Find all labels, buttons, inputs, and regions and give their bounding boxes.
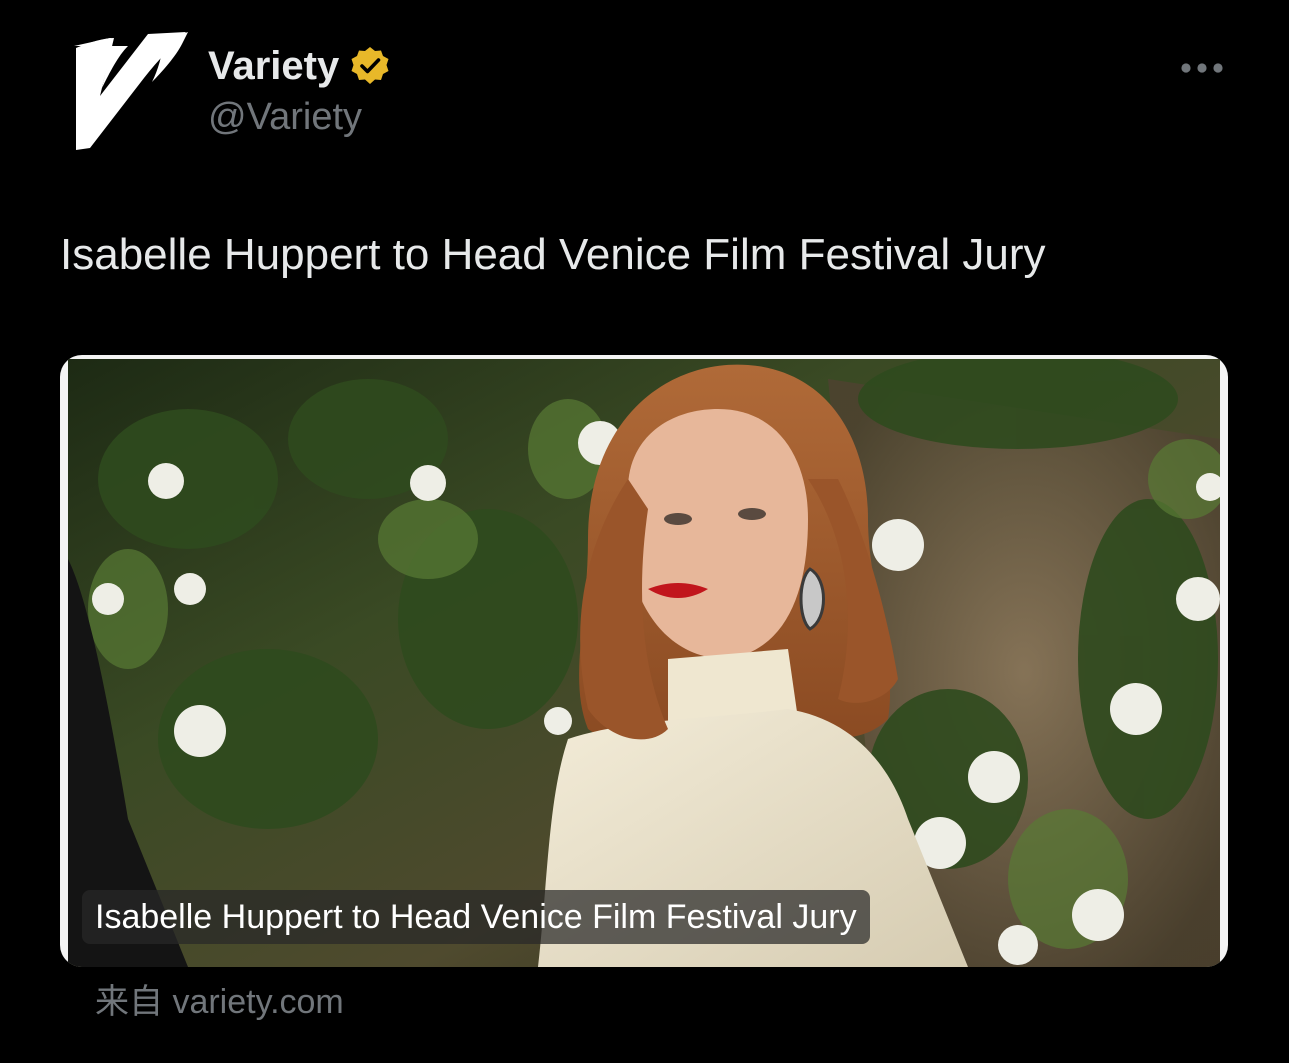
display-name-text: Variety (208, 44, 340, 88)
more-horizontal-icon (1181, 63, 1223, 73)
more-button[interactable] (1172, 48, 1234, 88)
display-name[interactable]: Variety (208, 40, 391, 92)
variety-v-logo-icon (74, 32, 188, 150)
avatar[interactable] (62, 30, 192, 155)
link-card-title[interactable]: Isabelle Huppert to Head Venice Film Fes… (82, 890, 870, 944)
handle[interactable]: @Variety (208, 94, 362, 140)
tweet-text: Isabelle Huppert to Head Venice Film Fes… (60, 230, 1046, 279)
link-card[interactable] (60, 355, 1228, 967)
source-link[interactable]: 来自 variety.com (95, 980, 344, 1024)
verified-badge-icon (349, 45, 391, 87)
article-photo (68, 359, 1220, 967)
